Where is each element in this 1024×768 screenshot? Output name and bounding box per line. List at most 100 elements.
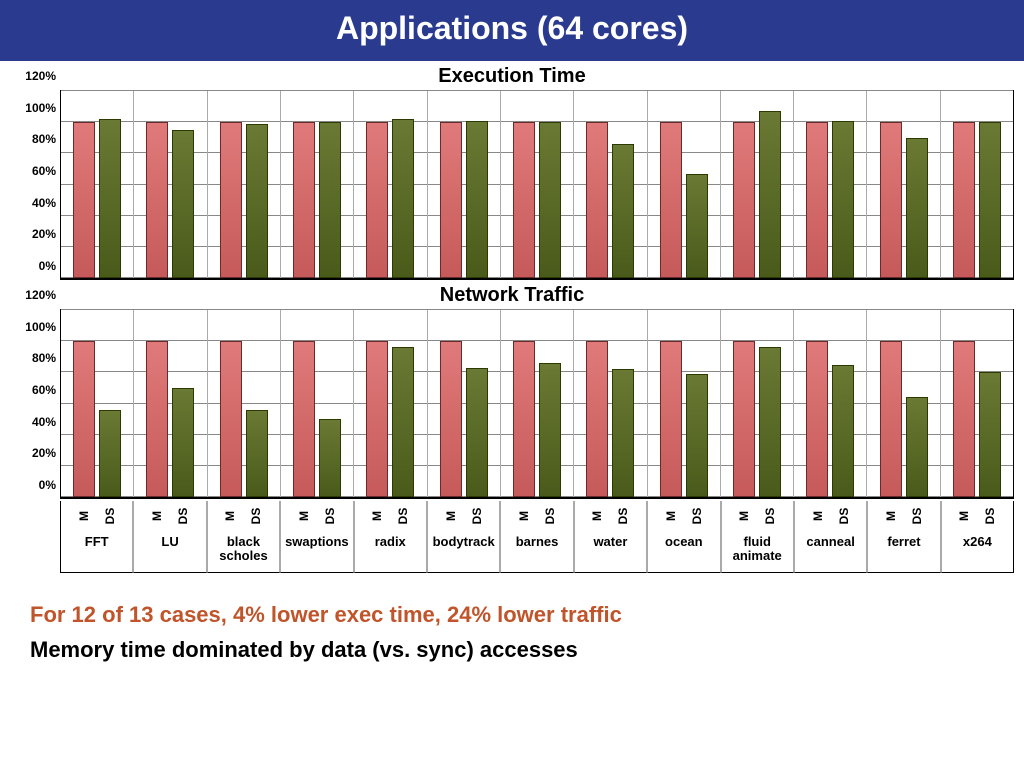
y-tick: 60% [10,383,56,397]
bar-group [428,310,501,497]
bar-m [220,341,242,497]
series-label-ds: DS [470,505,484,527]
category-label: FFT [60,531,133,573]
sublabel-group: MDS [354,501,427,531]
sublabel-group: MDS [721,501,794,531]
bar-group [794,91,867,278]
series-label-m: M [884,505,898,527]
category-label: ferret [867,531,940,573]
sublabel-group: MDS [60,501,133,531]
bar-ds [466,121,488,278]
series-label-ds: DS [103,505,117,527]
bar-m [146,341,168,497]
bar-ds [99,119,121,278]
series-label-ds: DS [323,505,337,527]
bar-m [513,341,535,497]
bar-ds [906,397,928,497]
y-tick: 40% [10,196,56,210]
bar-m [733,341,755,497]
category-label: canneal [794,531,867,573]
bar-group [501,91,574,278]
category-label: swaptions [280,531,353,573]
y-tick: 80% [10,351,56,365]
category-labels: FFTLUblack scholesswaptionsradixbodytrac… [60,531,1014,573]
bar-ds [539,363,561,497]
slide-title: Applications (64 cores) [0,0,1024,61]
series-label-ds: DS [910,505,924,527]
bar-group [61,310,134,497]
bar-ds [686,174,708,278]
bar-group [281,91,354,278]
bar-ds [172,388,194,497]
y-tick: 120% [10,69,56,83]
category-label: LU [133,531,206,573]
bar-group [794,310,867,497]
bar-ds [979,122,1001,278]
series-label-m: M [150,505,164,527]
bar-m [366,341,388,497]
bar-group [354,310,427,497]
bar-ds [99,410,121,497]
bar-ds [906,138,928,278]
bar-m [366,122,388,278]
series-label-m: M [297,505,311,527]
y-tick: 100% [10,320,56,334]
series-label-m: M [664,505,678,527]
series-label-m: M [444,505,458,527]
bar-m [953,341,975,497]
note-secondary: Memory time dominated by data (vs. sync)… [30,632,1024,667]
bar-m [586,122,608,278]
bar-group [648,310,721,497]
series-label-ds: DS [837,505,851,527]
bar-m [440,122,462,278]
bar-group [208,91,281,278]
sublabel-group: M DS [280,501,353,531]
sublabel-group: MDS [500,501,573,531]
y-tick: 20% [10,446,56,460]
bar-group [574,91,647,278]
sublabel-group: M DS [207,501,280,531]
bar-ds [392,347,414,497]
category-label: bodytrack [427,531,500,573]
bar-m [806,122,828,278]
bar-group [574,310,647,497]
series-label-ds: DS [249,505,263,527]
y-tick: 20% [10,227,56,241]
sublabel-group: M DS [794,501,867,531]
series-label-m: M [370,505,384,527]
bar-m [293,122,315,278]
series-label-m: M [737,505,751,527]
series-sublabels: MDSMDSMDSMDSMDSMDSMDSMDSMDSMDSMDSMDSMDS [60,501,1014,531]
chart-exec-time: 0%20%40%60%80%100%120% [60,90,1014,280]
bar-m [586,341,608,497]
bar-m [293,341,315,497]
series-label-m: M [811,505,825,527]
bar-m [220,122,242,278]
bar-m [513,122,535,278]
bar-m [953,122,975,278]
series-label-m: M [223,505,237,527]
series-label-ds: DS [616,505,630,527]
series-label-ds: DS [543,505,557,527]
bar-group [648,91,721,278]
bullet-notes: For 12 of 13 cases, 4% lower exec time, … [30,597,1024,667]
series-label-m: M [957,505,971,527]
sublabel-group: MDS [941,501,1014,531]
note-highlight: For 12 of 13 cases, 4% lower exec time, … [30,597,1024,632]
bar-group [428,91,501,278]
bar-group [941,91,1013,278]
bar-group [501,310,574,497]
bar-ds [832,365,854,497]
bar-m [806,341,828,497]
y-tick: 0% [10,259,56,273]
bar-ds [466,368,488,497]
bar-m [440,341,462,497]
sublabel-group: MDS [647,501,720,531]
bar-group [208,310,281,497]
bar-group [354,91,427,278]
bar-ds [759,111,781,278]
sublabel-group: MDS [574,501,647,531]
bar-ds [392,119,414,278]
bar-m [880,341,902,497]
y-tick: 0% [10,478,56,492]
